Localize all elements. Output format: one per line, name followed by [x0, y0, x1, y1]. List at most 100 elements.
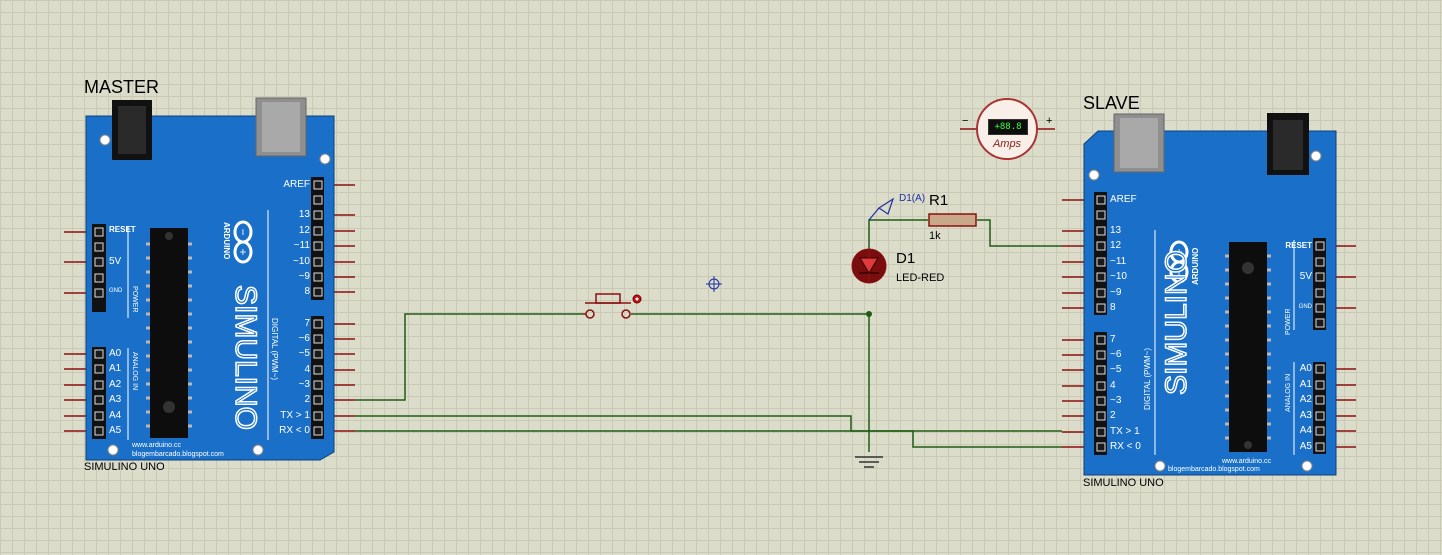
slave-url1: www.arduino.cc [1221, 458, 1272, 465]
resistor-r1[interactable] [928, 213, 977, 227]
slave-pin-a5: A5 [1299, 441, 1312, 452]
slave-pin-2: 2 [1110, 410, 1116, 421]
slave-pin-a4: A4 [1299, 425, 1312, 436]
junction-dot [866, 311, 872, 317]
slave-pcb [1083, 130, 1337, 476]
slave-mounting-hole [1301, 460, 1313, 472]
master-pin-gnd: GND [109, 288, 123, 294]
svg-text:+: + [236, 248, 250, 255]
slave-power-header [1313, 238, 1326, 330]
master-mounting-hole [107, 444, 119, 456]
schematic-canvas[interactable]: − + SIMULINO ARDUINO DIGITAL (PWM~) POWE… [0, 0, 1442, 555]
master-analog-label: ANALOG IN [131, 352, 138, 390]
slave-brand: SIMULINO [1160, 250, 1193, 395]
svg-text:−: − [236, 228, 250, 235]
wire-master-tx-to-slave[interactable] [355, 415, 1062, 432]
slave-pin-reset: RESET [1285, 241, 1312, 250]
slave-pin-a2: A2 [1299, 394, 1312, 405]
master-pin-6: ~6 [298, 333, 310, 344]
wire-resistor-to-slave-d12[interactable] [977, 219, 1062, 247]
master-pin-a2: A2 [109, 379, 122, 390]
ammeter-plus: + [1046, 115, 1053, 127]
slave-mounting-hole [1310, 150, 1322, 162]
ammeter-minus: − [962, 115, 969, 127]
voltage-probe[interactable] [868, 197, 895, 221]
master-arduino-text: ARDUINO [222, 222, 231, 259]
slave-mounting-hole [1088, 169, 1100, 181]
master-mounting-hole [99, 134, 111, 146]
slave-pin-8: 8 [1110, 302, 1116, 313]
slave-pin-rx: RX < 0 [1110, 441, 1141, 452]
master-title: MASTER [84, 77, 160, 97]
slave-pin-6: ~6 [1110, 349, 1122, 360]
master-pin-rx: RX < 0 [279, 425, 310, 436]
ammeter[interactable]: +88.8 Amps [976, 98, 1038, 160]
slave-mounting-hole [1154, 460, 1166, 472]
ammeter-display: +88.8 [988, 119, 1028, 135]
master-digital-label: DIGITAL (PWM~) [270, 318, 279, 380]
master-pin-tx: TX > 1 [280, 410, 310, 421]
master-url2: blogembarcado.blogspot.com [132, 451, 224, 458]
master-model-label: SIMULINO UNO [84, 461, 165, 473]
wire-master-d2-to-button[interactable] [355, 313, 583, 401]
slave-url2: blogembarcado.blogspot.com [1168, 466, 1260, 473]
master-mounting-hole [252, 444, 264, 456]
master-pcb [85, 115, 335, 461]
master-url1: www.arduino.cc [131, 442, 182, 449]
slave-analog-label: ANALOG IN [1285, 374, 1292, 412]
slave-pin-aref: AREF [1110, 194, 1137, 205]
master-pin-a0: A0 [109, 348, 122, 359]
slave-power-jack-inner [1273, 120, 1303, 170]
master-pin-5v: 5V [109, 256, 122, 267]
slave-pin-a3: A3 [1299, 410, 1312, 421]
slave-pin-gnd: GND [1298, 304, 1312, 310]
slave-mcu-dot [1242, 262, 1254, 274]
master-digital-low-header [311, 316, 324, 439]
slave-pin-12: 12 [1110, 240, 1122, 251]
resistor-ref-label: R1 [929, 192, 949, 209]
master-pin-2: 2 [304, 394, 310, 405]
master-pin-aref: AREF [283, 179, 310, 190]
led-value-label: LED-RED [896, 272, 945, 284]
slave-analog-header [1313, 362, 1326, 454]
slave-pin-5: ~5 [1110, 364, 1122, 375]
slave-pin-a0: A0 [1299, 363, 1312, 374]
slave-arduino-text: ARDUINO [1191, 248, 1200, 285]
master-pin-a4: A4 [109, 410, 122, 421]
master-power-label: POWER [131, 286, 138, 312]
slave-mcu-notch [1244, 441, 1252, 449]
slave-pin-11: ~11 [1110, 256, 1127, 267]
ammeter-unit: Amps [992, 138, 1022, 150]
probe-label: D1(A) [899, 193, 926, 204]
led-d1[interactable] [851, 248, 887, 284]
master-pin-13: 13 [298, 209, 310, 220]
master-pin-10: ~10 [293, 256, 310, 267]
cursor-crosshair-icon [706, 276, 722, 292]
master-pin-a3: A3 [109, 394, 122, 405]
slave-digital-label: DIGITAL (PWM~) [1143, 348, 1152, 410]
master-pin-4: 4 [304, 364, 310, 375]
slave-pin-a1: A1 [1299, 379, 1312, 390]
master-mcu-notch [165, 232, 173, 240]
master-pin-11: ~11 [293, 240, 310, 251]
slave-pin-13: 13 [1110, 225, 1122, 236]
wire-master-rx-to-slave[interactable] [355, 430, 1062, 448]
slave-power-label: POWER [1285, 309, 1292, 335]
slave-model-label: SIMULINO UNO [1083, 477, 1164, 489]
master-usb-inner [262, 102, 300, 152]
slave-digital-low-header [1094, 332, 1107, 455]
master-mounting-hole [319, 153, 331, 165]
slave-title: SLAVE [1083, 93, 1140, 113]
wire-led-anode-to-resistor[interactable] [868, 219, 928, 250]
slave-pin-7: 7 [1110, 334, 1116, 345]
master-digital-high-header [311, 177, 324, 300]
master-analog-header [92, 347, 106, 439]
wires[interactable] [355, 219, 1062, 452]
master-board[interactable]: − + SIMULINO ARDUINO DIGITAL (PWM~) POWE… [64, 97, 355, 461]
master-pin-7: 7 [304, 318, 310, 329]
slave-pin-tx: TX > 1 [1110, 426, 1140, 437]
master-power-jack-inner [118, 106, 146, 154]
slave-pin-4: 4 [1110, 380, 1116, 391]
master-pin-a1: A1 [109, 363, 122, 374]
master-pin-8: 8 [304, 286, 310, 297]
